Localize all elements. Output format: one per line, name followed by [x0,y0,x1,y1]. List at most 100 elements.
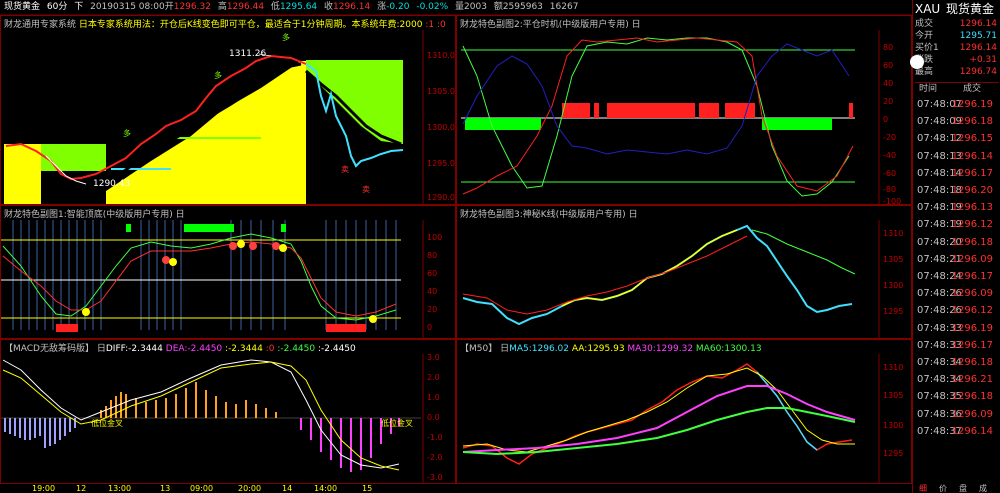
ma-candles-cyan [756,371,818,451]
time-label-8: 15 [362,484,373,493]
sub3-axis-3: 1295 [883,307,903,316]
trade-price: 1296.12 [951,305,993,317]
macd-axis-1: 2.0 [427,373,440,382]
sub3-line-green [751,229,856,275]
quote-row-1: 今开 1295.71 [915,31,997,41]
trade-price: 1296.14 [951,150,993,162]
trade-price: 1296.19 [951,99,993,110]
trade-price: 1296.19 [951,322,993,334]
macd-dea: DEA:-2.4450 [165,344,223,354]
macd-hist-neg-left [4,418,76,448]
tab-trades[interactable]: 成 [973,484,993,493]
trades-list: 07:48:07 1296.19 07:48:09 1296.18 07:48:12 12… [913,96,1000,476]
sub1-vertical-lines [12,220,397,330]
amount: 额2595963 [493,2,543,12]
tab-detail[interactable]: 细 [913,484,933,493]
sub2-icon: 日 [631,20,641,30]
trade-row: 07:48:26 1296.12 [915,302,999,319]
sub1-axis-2: 60 [427,269,437,278]
tab-book[interactable]: 盘 [953,484,973,493]
trade-price: 1296.21 [951,374,993,386]
trade-price: 1296.15 [951,133,993,145]
sub2-axis-1: 60 [883,61,893,70]
macd-annot-2: 低位金叉 [381,418,413,428]
low-label: 低 [270,2,280,12]
trade-price: 1296.17 [951,167,993,179]
macd-axis-2: 1.0 [427,393,440,402]
buy-signal-2: 多 [214,70,222,80]
sub2-line-blue [462,43,850,155]
macd-panel[interactable]: 【MACD无敌筹码版】 日DIFF:-2.3444 DEA:-2.4450 :-… [0,339,456,484]
trade-price: 1296.18 [951,357,993,368]
trade-price: 1296.12 [951,219,993,231]
sell-signal-1: 卖 [341,165,349,174]
macd-v3: :-2.4450 [277,344,316,354]
trade-price: 1296.18 [951,116,993,128]
sell-signal-2: 卖 [362,185,370,194]
high-value: 1296.44 [226,2,265,12]
macd-axis-0: 3.0 [427,353,440,362]
trade-price: 1296.09 [951,288,993,300]
trade-price: 1296.18 [951,391,993,403]
ma-axis-1: 1305 [883,391,903,400]
main-chart-panel[interactable]: 财龙通用专家系统 日本专家系统用法：开仓后K线变色即可平仓，最适合于1分钟周期。… [0,15,456,205]
trade-row: 07:48:36 1296.09 [915,406,999,423]
green-zone-left [41,144,106,171]
quote-row-0: 成交 1296.14 [915,19,997,29]
sub2-axis-9: -100 [883,197,901,205]
trade-row: 07:48:12 1296.15 [915,130,999,147]
high-label: 高 [217,2,227,12]
sub2-red-bars [562,103,853,118]
trade-row: 07:48:14 1296.17 [915,165,999,182]
sub2-axis-5: -20 [883,133,896,142]
ma-aa: AA:1295.93 [571,344,625,354]
ma-title: 【M50】 [460,344,498,354]
sub1-svg: 100 80 60 40 20 0 [1,220,442,338]
trade-row: 07:48:35 1296.18 [915,388,999,405]
trades-header: 时间 成交 [915,82,999,95]
period[interactable]: 60分 [47,2,67,12]
macd-v1: :-2.3444 [225,344,263,354]
sub3-title: 财龙特色副图3:神秘K线(中级版用户专用) [460,210,626,220]
ma-panel[interactable]: 【M50】 日MA5:1296.02 AA:1295.93 MA30:1299.… [456,339,912,484]
sub1-panel[interactable]: 财龙特色副图1:智能顶底(中级版用户专用) 日 100 80 60 40 20 … [0,205,456,339]
macd-title: 【MACD无敌筹码版】 [4,344,94,354]
trade-price: 1296.17 [951,339,993,351]
sub1-axis-5: 0 [427,323,432,332]
trade-row: 07:48:34 1296.18 [915,354,999,371]
quote-row-3: 涨跌 +0.31 [915,55,997,65]
sub1-axis-0: 100 [427,233,442,242]
sub3-candles-yellow [561,229,738,307]
time-label-7: 14:00 [314,484,338,493]
sub3-panel[interactable]: 财龙特色副图3:神秘K线(中级版用户专用) 日 1310 1305 1300 1… [456,205,912,339]
ma30: MA30:1299.32 [627,344,694,354]
main-chart-svg: 1310.0 1305.0 1300.0 1295.0 1290.0 1311.… [4,30,455,204]
ma5: MA5:1296.02 [509,344,570,354]
sub1-red-bottom-1 [56,324,78,332]
trade-price: 1296.20 [951,185,993,196]
trade-row: 07:48:20 1296.18 [915,234,999,251]
trade-row: 07:48:33 1296.17 [915,337,999,354]
main-axis-0: 1310.0 [427,51,455,60]
quote-symbol: XAU [915,2,941,16]
low-mark: 1290.43 [93,179,130,189]
macd-v4: :-2.4450 [317,344,356,354]
scroll-handle-icon[interactable] [910,55,924,69]
buy-signal-3: 多 [282,32,290,42]
sub3-icon: 日 [628,210,638,220]
trade-price: 1296.09 [951,253,993,265]
macd-icon: 日 [96,344,106,354]
main-tail: :1 :0 [425,20,446,30]
tab-price[interactable]: 价 [933,484,953,493]
sub2-panel[interactable]: 财龙特色副图2:平仓时机(中级版用户专用) 日 80 60 40 20 0 -2… [456,15,912,205]
change-value: -0.20 [386,2,410,12]
sub1-title: 财龙特色副图1:智能顶底(中级版用户专用) [4,210,173,220]
sub1-axis-4: 20 [427,305,437,314]
macd-axis-3: 0.0 [427,413,440,422]
change-pct: -0.02% [416,2,449,12]
yellow-zone-left [4,144,41,204]
trade-row: 07:48:19 1296.12 [915,216,999,233]
ma-axis-0: 1310 [883,363,903,372]
quote-header: XAU 现货黄金 [915,1,999,17]
green-zone-right [306,60,403,144]
